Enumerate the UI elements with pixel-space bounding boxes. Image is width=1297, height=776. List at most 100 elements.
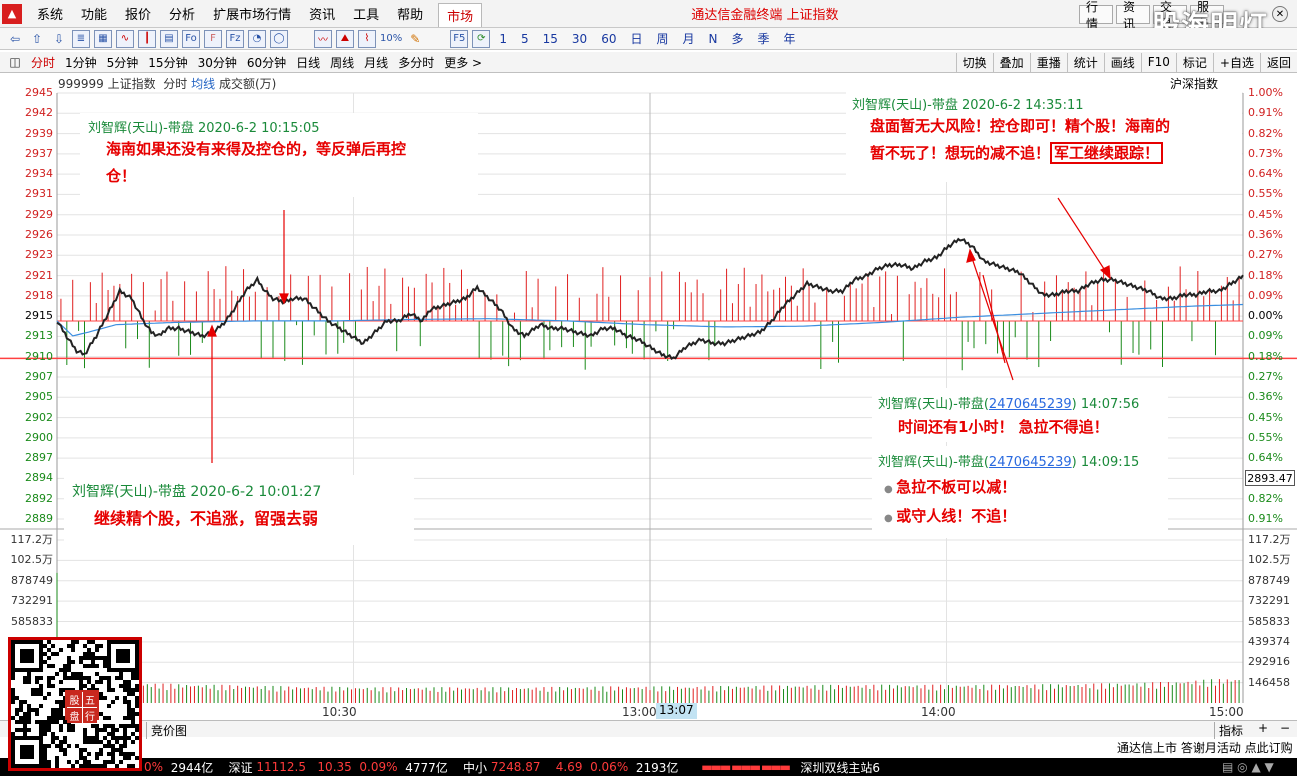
server-name[interactable]: 深圳双线主站6 (800, 759, 880, 776)
sz-name[interactable]: 深证 (229, 759, 253, 776)
overlay-button[interactable]: 叠加 (992, 52, 1030, 72)
tab-multi-intraday[interactable]: 多分时 (393, 54, 439, 71)
f5-icon[interactable]: F5 (450, 29, 469, 48)
menu-function[interactable]: 功能 (72, 4, 116, 23)
tab-1min[interactable]: 1分钟 (60, 54, 102, 71)
quotes-button[interactable]: 行情 (1079, 0, 1113, 31)
menu-tools[interactable]: 工具 (344, 4, 388, 23)
period-year[interactable]: 年 (777, 30, 803, 47)
time-label-1030: 10:30 (322, 705, 357, 719)
tab-more[interactable]: 更多 > (439, 54, 487, 71)
qr-module (111, 756, 115, 760)
qr-module (83, 664, 87, 668)
qr-module (47, 640, 51, 644)
menu-news[interactable]: 资讯 (300, 4, 344, 23)
promo-marquee[interactable]: 通达信上市 答谢月活动 点此订购 (1117, 739, 1293, 756)
pencil-icon[interactable]: ✎ (406, 30, 424, 48)
volume-tick: 732291 (1248, 594, 1290, 608)
news-button[interactable]: 资讯 (1116, 0, 1150, 31)
volume-tick: 585833 (1248, 614, 1290, 628)
chart-mode: 分时 (163, 77, 188, 91)
avg-line-label[interactable]: 均线 (191, 77, 215, 91)
table-icon[interactable]: ▦ (94, 29, 112, 48)
tab-30min[interactable]: 30分钟 (193, 54, 242, 71)
annotation-link[interactable]: 2470645239 (989, 397, 1072, 412)
pct-tick: 0.45% (1248, 207, 1283, 221)
line-chart-icon[interactable]: ∿ (116, 29, 134, 48)
tab-60min[interactable]: 60分钟 (242, 54, 291, 71)
refresh-icon[interactable]: ⟳ (472, 29, 491, 48)
panel-toggle-icon[interactable]: ◫ (6, 53, 24, 71)
switch-button[interactable]: 切换 (955, 52, 993, 72)
period-1[interactable]: 1 (492, 32, 514, 46)
up-arrow-icon[interactable]: ⇧ (28, 30, 46, 48)
period-60[interactable]: 60 (594, 32, 623, 46)
circle-icon[interactable]: ◯ (270, 29, 288, 48)
indicator-button[interactable]: 指标 (1214, 722, 1247, 739)
qr-module (111, 744, 115, 748)
qr-module (107, 724, 111, 728)
menu-help[interactable]: 帮助 (388, 4, 432, 23)
qr-module (23, 728, 27, 732)
tab-daily[interactable]: 日线 (291, 54, 325, 71)
period-week[interactable]: 周 (650, 30, 676, 47)
market-tab[interactable]: 市场 (438, 3, 483, 27)
graph-icon[interactable]: ⌇ (358, 29, 376, 48)
qr-module (31, 708, 35, 712)
down-arrow-icon[interactable]: ⇩ (50, 30, 68, 48)
period-day[interactable]: 日 (623, 30, 649, 47)
back-button[interactable]: 返回 (1259, 52, 1297, 72)
qr-module (95, 728, 99, 732)
zoom-out-button[interactable]: − (1276, 721, 1294, 735)
pct-tick: 0.73% (1248, 146, 1283, 160)
qr-module (43, 748, 47, 752)
qr-module (91, 652, 95, 656)
annotation-link[interactable]: 2470645239 (989, 455, 1072, 470)
wave-icon[interactable]: 〰 (314, 29, 332, 48)
f10-button[interactable]: F10 (1140, 52, 1176, 72)
period-5[interactable]: 5 (514, 32, 536, 46)
kline-icon[interactable]: ┃ (138, 29, 156, 48)
tab-15min[interactable]: 15分钟 (143, 54, 192, 71)
qr-module (119, 672, 123, 676)
menu-quote[interactable]: 报价 (116, 4, 160, 23)
period-30[interactable]: 30 (565, 32, 594, 46)
tab-5min[interactable]: 5分钟 (102, 54, 144, 71)
qr-module (75, 676, 79, 680)
chart-icon[interactable]: ◔ (248, 29, 266, 48)
fo-icon[interactable]: Fo (182, 29, 200, 48)
zx-name[interactable]: 中小 (463, 759, 487, 776)
qr-module (59, 688, 63, 692)
zoom-in-button[interactable]: + (1254, 721, 1272, 735)
draw-line-button[interactable]: 画线 (1103, 52, 1141, 72)
period-15[interactable]: 15 (536, 32, 565, 46)
fz-icon[interactable]: Fz (226, 29, 244, 48)
f10-icon[interactable]: ▤ (160, 29, 178, 48)
tab-weekly[interactable]: 周线 (325, 54, 359, 71)
statistics-button[interactable]: 统计 (1066, 52, 1104, 72)
menu-system[interactable]: 系统 (28, 4, 72, 23)
mountain-icon[interactable]: ⛰ (336, 29, 354, 48)
qr-module (43, 752, 47, 756)
tab-auction-chart[interactable]: 竞价图 (146, 722, 191, 739)
period-n[interactable]: N (702, 32, 725, 46)
percent-icon[interactable]: 10% (380, 30, 402, 48)
period-quarter[interactable]: 季 (751, 30, 777, 47)
qr-module (131, 712, 135, 716)
f-icon[interactable]: F (204, 29, 222, 48)
add-watchlist-button[interactable]: +自选 (1212, 52, 1260, 72)
tab-intraday[interactable]: 分时 (26, 54, 60, 71)
period-multi[interactable]: 多 (725, 30, 751, 47)
replay-button[interactable]: 重播 (1029, 52, 1067, 72)
close-icon[interactable]: ✕ (1272, 6, 1288, 22)
tab-monthly[interactable]: 月线 (359, 54, 393, 71)
menu-extended-market[interactable]: 扩展市场行情 (204, 4, 300, 23)
back-icon[interactable]: ⇦ (6, 30, 24, 48)
period-month[interactable]: 月 (676, 30, 702, 47)
menu-analysis[interactable]: 分析 (160, 4, 204, 23)
list-icon[interactable]: ≣ (72, 29, 90, 48)
price-tick: 2915 (25, 309, 53, 323)
qr-module (27, 676, 31, 680)
mark-button[interactable]: 标记 (1175, 52, 1213, 72)
annotation-line: 盘面暂无大风险！控仓即可！精个股！海南的 (870, 117, 1171, 135)
